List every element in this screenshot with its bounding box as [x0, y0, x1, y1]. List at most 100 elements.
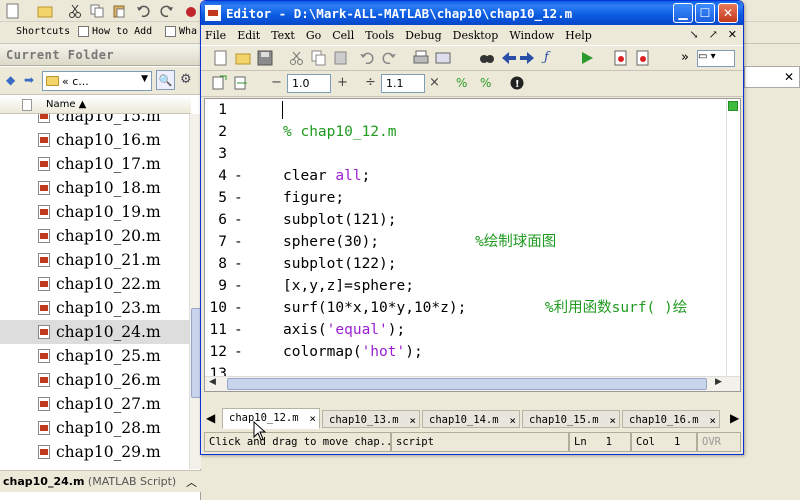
maximize-button[interactable]: ☐ — [695, 3, 715, 23]
function-icon[interactable]: ƒ — [544, 50, 560, 66]
file-list-item[interactable]: chap10_17.m — [0, 152, 189, 176]
menu-desktop[interactable]: Desktop — [453, 29, 499, 42]
run-icon[interactable] — [579, 50, 595, 66]
minimize-button[interactable]: ▁ — [673, 3, 693, 23]
tab-close-icon[interactable]: × — [709, 414, 716, 427]
clear-breakpoints-icon[interactable] — [635, 50, 651, 66]
breakpoint-icon[interactable] — [613, 50, 629, 66]
print-icon[interactable] — [413, 50, 429, 66]
file-list-item[interactable]: chap10_26.m — [0, 368, 189, 392]
find-icon[interactable] — [479, 50, 495, 66]
file-list-item[interactable]: chap10_20.m — [0, 224, 189, 248]
insert-cell-icon[interactable] — [211, 75, 227, 91]
breakpoint-marker[interactable]: - — [234, 319, 243, 341]
cell-scale-field[interactable]: 1.1 — [381, 74, 425, 93]
dock-icon[interactable]: ↘ — [689, 28, 698, 41]
code-editor[interactable]: 1 2% chap10_12.m 3 4- clear all; 5- figure; 6- s… — [204, 98, 741, 392]
file-list-item[interactable]: chap10_18.m — [0, 176, 189, 200]
file-list-item[interactable]: chap10_28.m — [0, 416, 189, 440]
tab-chap10_14-m[interactable]: chap10_14.m × — [422, 410, 520, 428]
file-list-item[interactable]: chap10_29.m — [0, 440, 189, 464]
menu-cell[interactable]: Cell — [332, 29, 354, 42]
tab-next-icon[interactable]: ▶ — [730, 411, 739, 425]
shortcut-how-to-add[interactable]: How to Add — [78, 26, 152, 37]
close-icon[interactable]: ✕ — [728, 28, 737, 41]
menu-go[interactable]: Go — [306, 29, 321, 42]
cell-mode-icon-2[interactable]: % — [479, 75, 495, 91]
open-folder-icon[interactable] — [36, 2, 54, 20]
breakpoint-marker[interactable]: - — [234, 253, 243, 275]
undo-icon[interactable] — [134, 2, 152, 20]
paste-icon[interactable] — [333, 50, 349, 66]
tab-chap10_16-m[interactable]: chap10_16.m × — [622, 410, 720, 428]
tab-close-icon[interactable]: × — [609, 414, 616, 427]
tab-prev-icon[interactable]: ◀ — [206, 411, 215, 425]
minus-icon[interactable]: − — [271, 75, 282, 90]
menu-tools[interactable]: Tools — [365, 29, 394, 42]
breakpoint-marker[interactable]: - — [234, 165, 243, 187]
name-column-header[interactable]: Name ▲ — [0, 96, 191, 114]
file-list-item[interactable]: chap10_16.m — [0, 128, 189, 152]
back-arrow-icon[interactable] — [501, 50, 517, 66]
chevron-down-icon[interactable]: ▼ — [141, 74, 148, 84]
open-folder-icon[interactable] — [235, 50, 251, 66]
forward-arrow-icon[interactable] — [519, 50, 535, 66]
cell-mode-icon[interactable]: % — [455, 75, 471, 91]
new-file-icon[interactable] — [213, 50, 229, 66]
more-icon[interactable]: » — [681, 50, 697, 66]
file-list-item[interactable]: chap10_22.m — [0, 272, 189, 296]
undo-icon[interactable] — [359, 50, 375, 66]
redo-icon[interactable] — [158, 2, 176, 20]
folder-path-field[interactable]: « c... ▼ — [42, 71, 152, 91]
file-list-item[interactable]: chap10_24.m — [0, 320, 189, 344]
scrollbar-thumb[interactable] — [227, 378, 707, 390]
info-icon[interactable]: ! — [509, 75, 525, 91]
chevron-up-icon[interactable]: ︿ — [186, 474, 197, 490]
shortcuts-label[interactable]: Shortcuts — [16, 26, 70, 37]
save-icon[interactable] — [257, 50, 273, 66]
menu-debug[interactable]: Debug — [405, 29, 442, 42]
tab-close-icon[interactable]: × — [509, 414, 516, 427]
redo-icon[interactable] — [381, 50, 397, 66]
scroll-left-icon[interactable]: ◀ — [209, 377, 216, 387]
breakpoint-marker[interactable]: - — [234, 341, 243, 363]
gear-icon[interactable]: ⚙ — [180, 72, 192, 87]
editor-title-bar[interactable]: Editor - D:\Mark-ALL-MATLAB\chap10\chap1… — [201, 1, 743, 25]
back-arrow-icon[interactable]: ◆ — [6, 73, 15, 87]
tab-chap10_15-m[interactable]: chap10_15.m × — [522, 410, 620, 428]
copy-icon[interactable] — [311, 50, 327, 66]
divide-icon[interactable]: ÷ — [365, 75, 376, 90]
breakpoint-marker[interactable]: - — [234, 275, 243, 297]
paste-icon[interactable] — [110, 2, 128, 20]
cut-icon[interactable] — [289, 50, 305, 66]
forward-arrow-icon[interactable]: ➡ — [24, 73, 34, 87]
copy-icon[interactable] — [88, 2, 106, 20]
breakpoint-marker[interactable]: - — [234, 231, 243, 253]
breakpoint-marker[interactable]: - — [234, 209, 243, 231]
code-vertical-scrollbar[interactable] — [726, 99, 740, 391]
breakpoint-marker[interactable]: - — [234, 187, 243, 209]
menu-window[interactable]: Window — [509, 29, 554, 42]
cell-split-icon[interactable] — [233, 75, 249, 91]
browse-folder-icon[interactable]: 🔍 — [156, 70, 175, 90]
multiply-icon[interactable]: × — [429, 75, 440, 90]
file-list-item[interactable]: chap10_15.m — [0, 114, 189, 128]
close-button[interactable]: ✕ — [718, 3, 738, 23]
cell-step-field[interactable]: 1.0 — [287, 74, 331, 93]
file-list-item[interactable]: chap10_21.m — [0, 248, 189, 272]
undock-icon[interactable]: ↗ — [709, 28, 718, 41]
file-list-item[interactable]: chap10_27.m — [0, 392, 189, 416]
menu-help[interactable]: Help — [565, 29, 592, 42]
layout-select[interactable]: ▭ ▾ — [697, 50, 735, 67]
tab-close-icon[interactable]: × — [409, 414, 416, 427]
close-icon[interactable]: ✕ — [784, 70, 794, 84]
tab-chap10_13-m[interactable]: chap10_13.m × — [322, 410, 420, 428]
breakpoint-marker[interactable]: - — [234, 297, 243, 319]
simulink-icon[interactable] — [182, 2, 200, 20]
cut-icon[interactable] — [66, 2, 84, 20]
shortcut-whats-new[interactable]: Wha — [165, 26, 197, 37]
plus-icon[interactable]: + — [337, 75, 348, 90]
new-file-icon[interactable] — [4, 2, 22, 20]
tab-chap10_12-m[interactable]: chap10_12.m × — [222, 408, 320, 429]
file-list-item[interactable]: chap10_23.m — [0, 296, 189, 320]
